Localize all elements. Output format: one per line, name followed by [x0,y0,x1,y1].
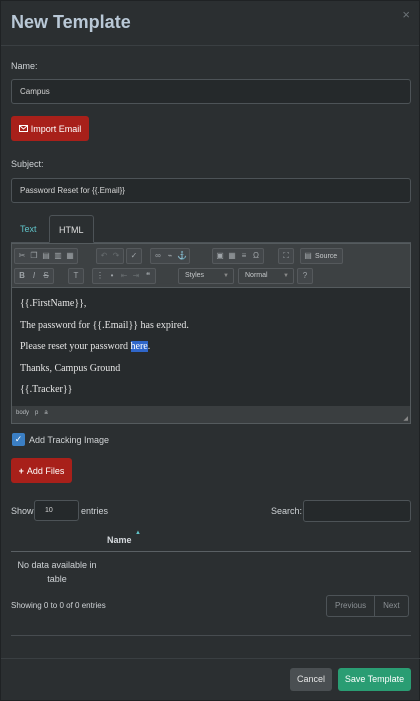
entries-length-select[interactable]: 10 [34,500,79,521]
entries-label: entries [81,506,109,516]
subject-input[interactable]: Password Reset for {{.Email}} [11,178,411,203]
format-label: Normal [245,272,268,279]
source-icon: ▤ [304,251,312,260]
new-template-modal: New Template × Name: Campus Import Email… [0,0,420,701]
redo-icon[interactable]: ↷ [111,250,121,262]
line-first-name: {{.FirstName}}, [20,298,87,309]
anchor-icon[interactable]: ⚓ [177,250,187,262]
previous-button[interactable]: Previous [327,596,374,616]
modal-title: New Template [11,12,131,32]
chevron-down-icon: ▼ [223,273,229,279]
cut-icon[interactable]: ✂ [17,250,27,262]
path-body[interactable]: body [16,410,29,419]
reset-text: Please reset your password [20,341,131,352]
maximize-group: ⛶ [278,248,294,264]
close-icon[interactable]: × [402,7,410,22]
sort-asc-icon[interactable]: ▲ [135,530,141,536]
paste-word-icon[interactable]: ▦ [65,250,75,262]
outdent-icon[interactable]: ⇤ [119,270,129,282]
table-icon[interactable]: ▦ [227,250,237,262]
source-button[interactable]: ▤ Source [300,248,343,264]
pagination: Previous Next [326,595,409,617]
styles-select[interactable]: Styles ▼ [178,268,234,284]
help-icon[interactable]: ? [300,270,310,282]
next-button[interactable]: Next [374,596,407,616]
name-input[interactable]: Campus [11,79,411,104]
image-icon[interactable]: ▣ [215,250,225,262]
line-reset: Please reset your password here. [20,341,402,353]
column-name[interactable]: Name [107,535,132,545]
spellcheck-icon[interactable]: ✓ [129,250,139,262]
chevron-down-icon: ▼ [283,273,289,279]
table-header: Name ▲ [11,529,411,552]
editor-tabs: Text HTML [11,215,411,243]
tracking-label: Add Tracking Image [29,435,110,445]
basic-styles-group: B I S [14,268,54,284]
link-icon[interactable]: ∞ [153,250,163,262]
cancel-button[interactable]: Cancel [290,668,332,691]
strike-icon[interactable]: S [41,270,51,282]
clipboard-group: ✂ ❐ ▤ ▥ ▦ [14,248,78,264]
copy-icon[interactable]: ❐ [29,250,39,262]
add-files-button[interactable]: + Add Files [11,458,72,483]
add-files-label: Add Files [26,465,65,476]
blockquote-icon[interactable]: ❝ [143,270,153,282]
element-path: body p a [12,406,410,423]
show-label: Show [11,506,34,516]
reset-period: . [147,341,151,352]
insert-group: ▣ ▦ ≡ Ω [212,248,264,264]
editor-toolbar: ✂ ❐ ▤ ▥ ▦ ↶ ↷ ✓ ∞ ⌁ ⚓ ▣ ▦ ≡ Ω ⛶ ▤ Source… [12,244,410,288]
plus-icon: + [18,465,24,476]
import-email-button[interactable]: Import Email [11,116,89,141]
link-group: ∞ ⌁ ⚓ [150,248,190,264]
paste-text-icon[interactable]: ▥ [53,250,63,262]
source-label: Source [315,252,338,260]
save-template-button[interactable]: Save Template [338,668,411,691]
resize-handle-icon[interactable]: ◢ [403,415,408,422]
paragraph-group: ⋮ • ⇤ ⇥ ❝ [92,268,156,284]
editor-content[interactable]: {{.FirstName}}, The password for {{.Emai… [12,288,410,406]
line-tracker: {{.Tracker}} [20,384,73,395]
undo-icon[interactable]: ↶ [99,250,109,262]
numbered-list-icon[interactable]: ⋮ [95,270,105,282]
modal-header: New Template × [1,1,419,46]
import-email-label: Import Email [30,123,82,134]
table-info: Showing 0 to 0 of 0 entries [11,601,106,610]
paste-icon[interactable]: ▤ [41,250,51,262]
name-label: Name: [11,61,38,71]
remove-format-icon[interactable]: T [71,270,81,282]
divider [11,635,411,636]
search-label: Search: [271,506,303,516]
styles-label: Styles [185,272,205,279]
subject-label: Subject: [11,159,44,169]
format-select[interactable]: Normal ▼ [238,268,294,284]
html-editor: ✂ ❐ ▤ ▥ ▦ ↶ ↷ ✓ ∞ ⌁ ⚓ ▣ ▦ ≡ Ω ⛶ ▤ Source… [11,243,411,424]
indent-icon[interactable]: ⇥ [131,270,141,282]
tab-html[interactable]: HTML [49,215,94,243]
search-input[interactable] [303,500,411,522]
help-group: ? [297,268,313,284]
horizontal-rule-icon[interactable]: ≡ [239,250,249,262]
path-a[interactable]: a [44,410,47,419]
unlink-icon[interactable]: ⌁ [165,250,175,262]
tracking-checkbox[interactable]: ✓ [12,433,25,446]
tab-text[interactable]: Text [11,215,46,243]
clear-format-group: T [68,268,84,284]
path-p[interactable]: p [35,410,38,419]
footer-divider [1,658,420,659]
envelope-icon [18,125,28,132]
here-link[interactable]: here [130,341,148,352]
bold-icon[interactable]: B [17,270,27,282]
special-char-icon[interactable]: Ω [251,250,261,262]
line-thanks: Thanks, Campus Ground [20,362,121,374]
bulleted-list-icon[interactable]: • [107,270,117,282]
italic-icon[interactable]: I [29,270,39,282]
maximize-icon[interactable]: ⛶ [281,250,291,262]
line-expired: The password for {{.Email}} has expired. [20,319,189,331]
spell-group: ✓ [126,248,142,264]
undo-group: ↶ ↷ [96,248,124,264]
empty-table-message: No data available in table [17,560,97,584]
